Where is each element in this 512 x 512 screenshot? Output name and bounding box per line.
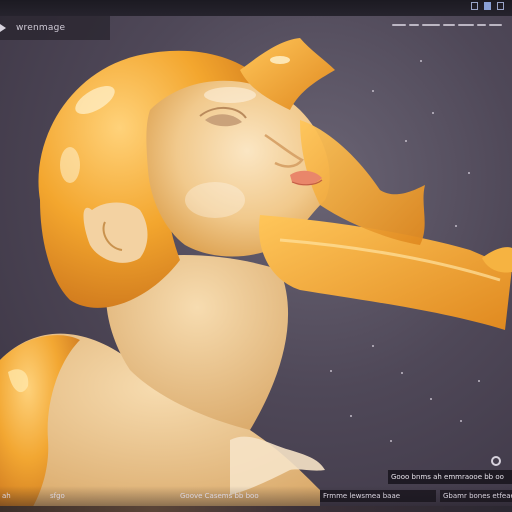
bottom-edge xyxy=(0,506,512,512)
footer-segment: Gbamr bones etfeaet xyxy=(440,490,512,502)
screenshot-stage: wrenmage Gooo bnms ah emmraooe bb oo ah … xyxy=(0,0,512,512)
footer-text: sfgo xyxy=(50,492,65,500)
text-dash xyxy=(477,24,486,26)
tab-strip: wrenmage xyxy=(0,16,110,40)
tab-label[interactable]: wrenmage xyxy=(16,23,65,33)
amber-bust-sculpture xyxy=(0,38,512,512)
footer-text: Gbamr bones etfeaet xyxy=(443,492,512,500)
right-text-strip xyxy=(388,16,512,34)
text-dash xyxy=(392,24,406,26)
footer-segment: Goove Casems bb boo xyxy=(180,490,259,502)
text-dash xyxy=(489,24,502,26)
text-dash xyxy=(443,24,455,26)
text-dash xyxy=(458,24,474,26)
window-icon[interactable] xyxy=(471,2,478,10)
caption-text: Gooo bnms ah emmraooe bb oo xyxy=(391,473,504,481)
footer-text: Frmme lewsmea baae xyxy=(323,492,401,500)
footer-row: ah sfgo Goove Casems bb boo Frmme lewsme… xyxy=(0,490,512,502)
top-right-icon-group xyxy=(471,2,504,10)
text-dash xyxy=(409,24,419,26)
flag-icon[interactable] xyxy=(484,2,491,10)
footer-segment: Frmme lewsmea baae xyxy=(320,490,436,502)
text-dash xyxy=(422,24,440,26)
footer-text: Goove Casems bb boo xyxy=(180,492,259,500)
caption-box: Gooo bnms ah emmraooe bb oo xyxy=(388,470,512,484)
gear-icon[interactable] xyxy=(491,456,501,466)
footer-segment: ah xyxy=(2,490,11,502)
panel-icon[interactable] xyxy=(497,2,504,10)
footer-text: ah xyxy=(2,492,11,500)
top-title-bar xyxy=(0,0,512,16)
footer-segment: sfgo xyxy=(50,490,65,502)
play-icon[interactable] xyxy=(0,24,6,32)
